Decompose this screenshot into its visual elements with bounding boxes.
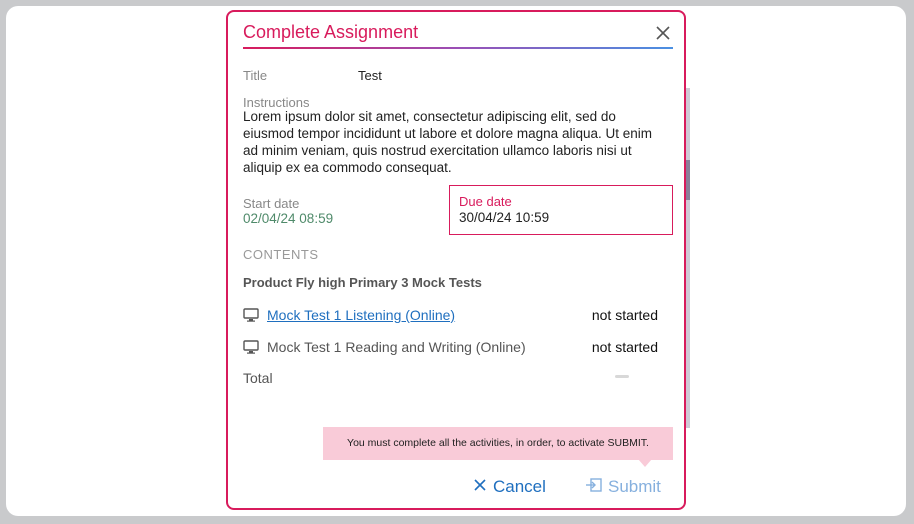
due-date-box: Due date 30/04/24 10:59 <box>449 185 673 235</box>
submit-hint-tooltip: You must complete all the activities, in… <box>323 427 673 460</box>
close-icon[interactable] <box>653 24 673 44</box>
product-title: Product Fly high Primary 3 Mock Tests <box>243 275 482 290</box>
title-label: Title <box>243 68 268 83</box>
activity-status: not started <box>591 307 658 323</box>
activity-status: not started <box>591 339 658 355</box>
monitor-icon <box>243 339 259 355</box>
submit-button-label: Submit <box>608 477 661 496</box>
monitor-icon <box>243 307 259 323</box>
total-label: Total <box>243 370 273 386</box>
close-icon <box>473 477 487 497</box>
total-placeholder-dash <box>615 375 629 378</box>
cancel-button[interactable]: Cancel <box>473 477 546 497</box>
activity-link[interactable]: Mock Test 1 Listening (Online) <box>267 307 455 323</box>
activity-row: Mock Test 1 Reading and Writing (Online)… <box>243 338 673 358</box>
instructions-text: Lorem ipsum dolor sit amet, consectetur … <box>243 109 652 175</box>
complete-assignment-dialog: Complete Assignment Title Test Instructi… <box>226 10 686 510</box>
activity-row: Mock Test 1 Listening (Online) not start… <box>243 306 673 326</box>
title-value: Test <box>358 68 382 83</box>
start-date-label: Start date <box>243 196 300 211</box>
header-underline <box>243 47 673 49</box>
due-date-label: Due date <box>459 194 512 209</box>
start-date-value: 02/04/24 08:59 <box>243 211 334 226</box>
tooltip-arrow <box>638 459 652 467</box>
contents-heading: CONTENTS <box>243 247 319 262</box>
submit-icon <box>586 477 602 497</box>
close-icon-svg <box>656 26 670 40</box>
dialog-title: Complete Assignment <box>243 22 419 42</box>
due-date-value: 30/04/24 10:59 <box>459 210 550 225</box>
activity-name: Mock Test 1 Reading and Writing (Online) <box>267 339 526 355</box>
cancel-button-label: Cancel <box>493 477 546 496</box>
submit-button[interactable]: Submit <box>586 477 661 497</box>
